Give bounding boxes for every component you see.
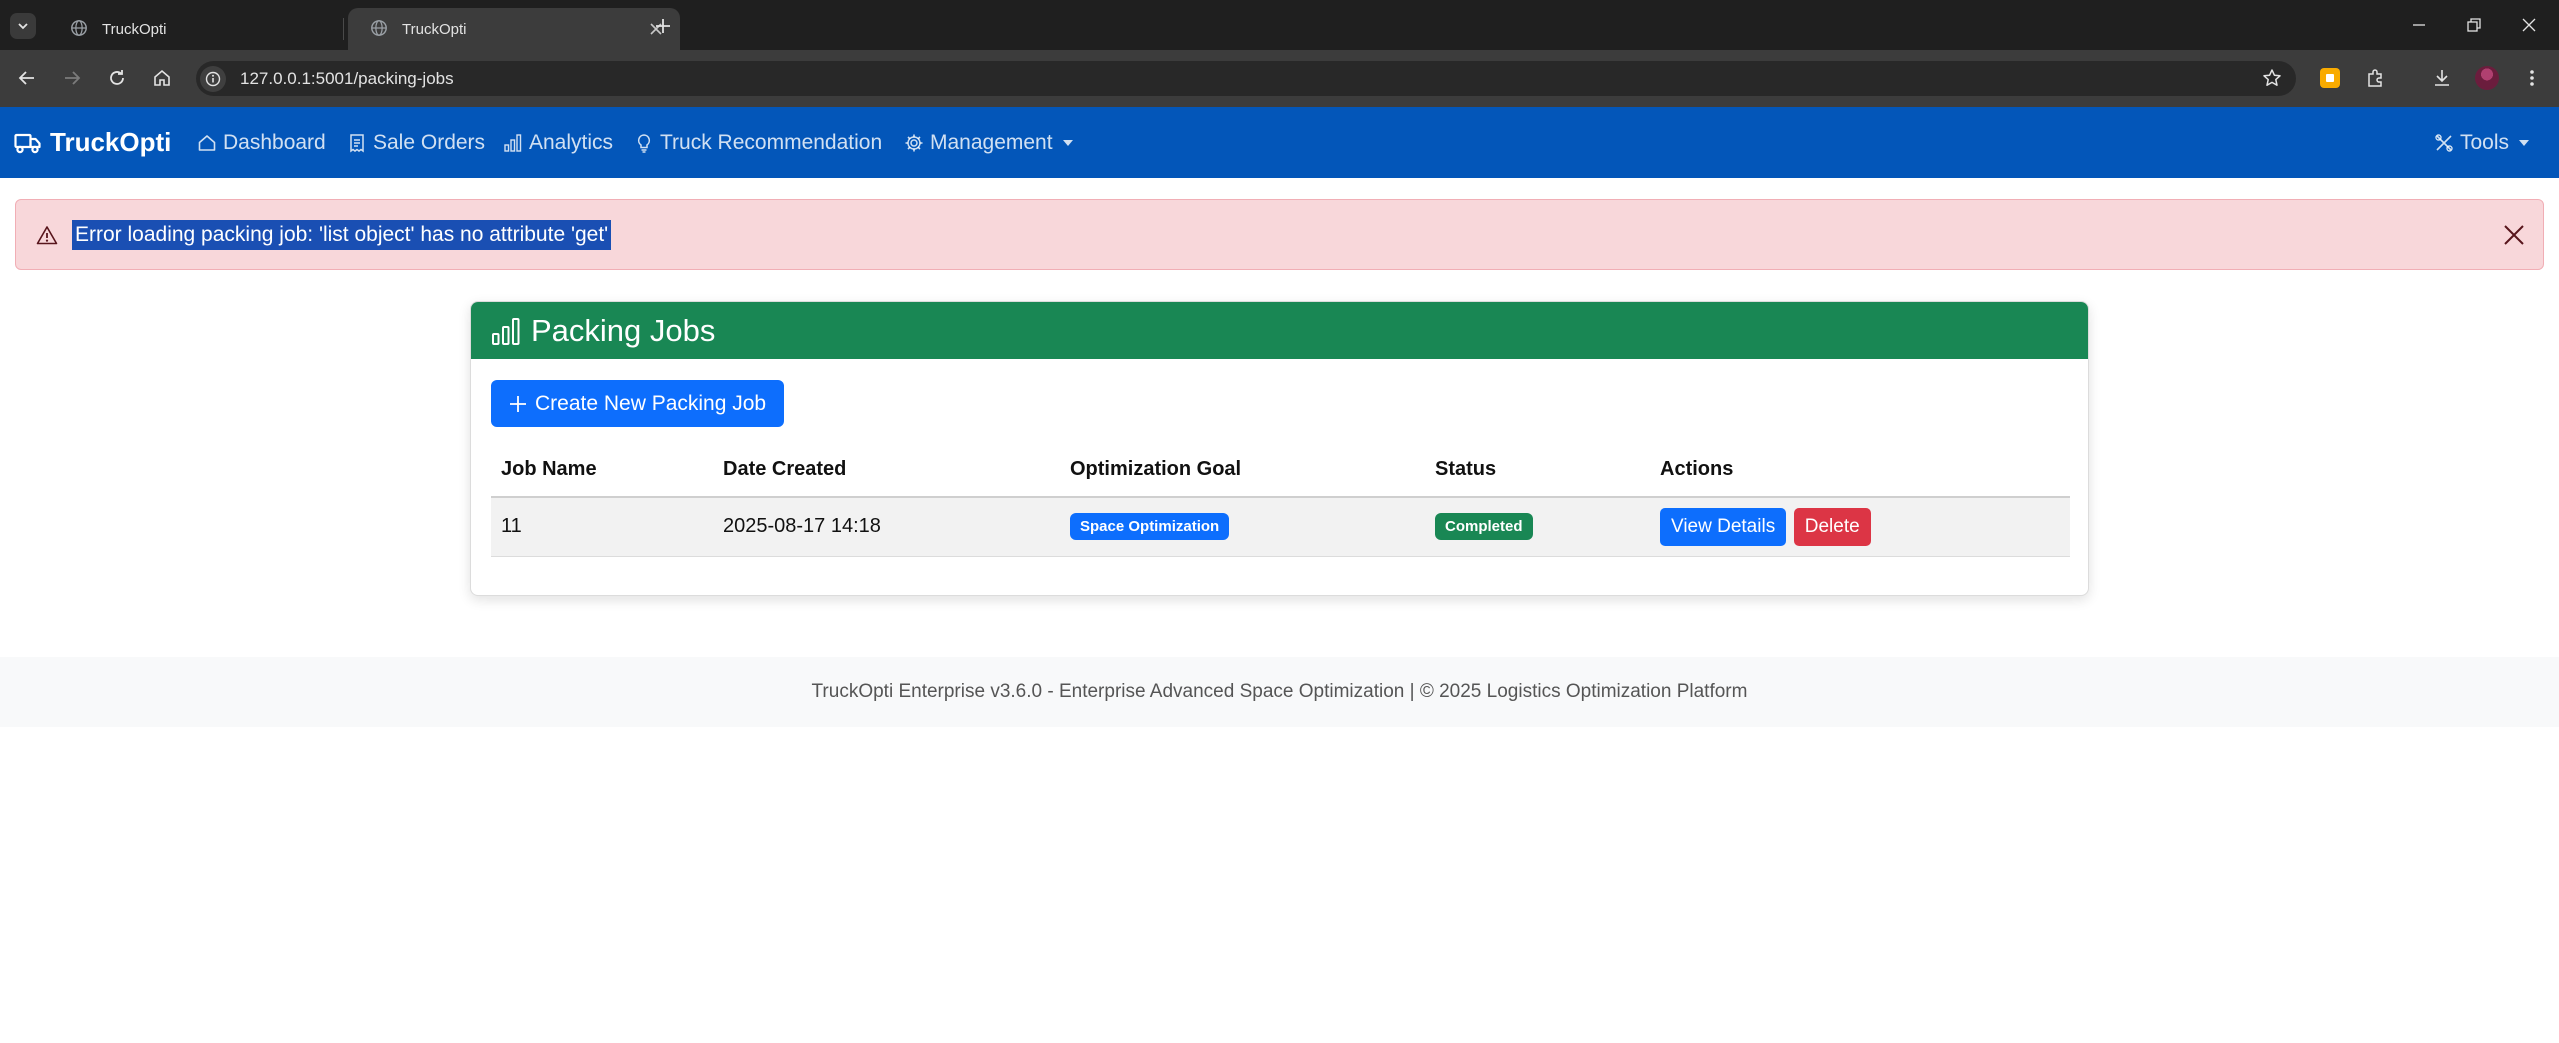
extensions-puzzle-icon[interactable] bbox=[2361, 63, 2391, 93]
nav-sale-orders[interactable]: Sale Orders bbox=[347, 107, 485, 178]
error-alert: Error loading packing job: 'list object'… bbox=[15, 199, 2544, 270]
home-icon bbox=[154, 69, 170, 86]
cell-job-name: 11 bbox=[491, 497, 713, 557]
view-details-button[interactable]: View Details bbox=[1660, 507, 1787, 546]
cell-date-created: 2025-08-17 14:18 bbox=[713, 497, 1060, 557]
bar-chart-icon bbox=[503, 133, 523, 153]
column-header-actions: Actions bbox=[1650, 442, 2070, 498]
brand-name: TruckOpti bbox=[50, 127, 172, 157]
status-badge: Completed bbox=[1435, 513, 1533, 541]
restore-icon bbox=[2467, 18, 2481, 32]
extension-icon[interactable] bbox=[2320, 68, 2340, 88]
column-header-date-created: Date Created bbox=[713, 442, 1060, 498]
arrow-left-icon bbox=[18, 71, 34, 85]
create-packing-job-button[interactable]: Create New Packing Job bbox=[491, 380, 785, 427]
url-text: 127.0.0.1:5001/packing-jobs bbox=[240, 68, 454, 88]
gear-icon bbox=[904, 133, 924, 153]
browser-tabstrip: TruckOpti TruckOpti bbox=[0, 0, 2559, 50]
address-bar[interactable]: 127.0.0.1:5001/packing-jobs bbox=[196, 61, 2296, 96]
reload-button[interactable] bbox=[102, 63, 132, 93]
receipt-icon bbox=[347, 133, 367, 153]
table-row: 11 2025-08-17 14:18 Space Optimization C… bbox=[491, 497, 2070, 557]
warning-triangle-icon bbox=[36, 224, 58, 246]
card-header: Packing Jobs bbox=[471, 302, 2088, 359]
kebab-menu-icon bbox=[2530, 70, 2534, 86]
nav-analytics[interactable]: Analytics bbox=[503, 107, 613, 178]
browser-menu-button[interactable] bbox=[2517, 63, 2547, 93]
nav-label: Sale Orders bbox=[373, 130, 486, 154]
truck-icon bbox=[14, 132, 42, 154]
app-navbar: TruckOpti Dashboard Sale Orders Analytic… bbox=[0, 107, 2559, 178]
page-footer: TruckOpti Enterprise v3.6.0 - Enterprise… bbox=[0, 657, 2559, 727]
profile-avatar[interactable] bbox=[2475, 66, 2499, 90]
caret-down-icon bbox=[2519, 139, 2530, 146]
nav-management-dropdown[interactable]: Management bbox=[904, 107, 1073, 178]
site-info-icon[interactable] bbox=[200, 65, 226, 92]
brand-link[interactable]: TruckOpti bbox=[14, 107, 171, 178]
cell-optimization-goal: Space Optimization bbox=[1060, 497, 1425, 557]
footer-text: TruckOpti Enterprise v3.6.0 - Enterprise… bbox=[811, 681, 1748, 702]
nav-label: Tools bbox=[2460, 130, 2510, 154]
caret-down-icon bbox=[1062, 139, 1073, 146]
delete-button[interactable]: Delete bbox=[1793, 507, 1871, 546]
bookmark-star-icon[interactable] bbox=[2260, 66, 2284, 90]
close-icon bbox=[2522, 18, 2536, 32]
home-button[interactable] bbox=[147, 63, 177, 93]
minimize-icon bbox=[2413, 24, 2425, 26]
tab-search-button[interactable] bbox=[10, 13, 36, 39]
packing-jobs-card: Packing Jobs Create New Packing Job Job … bbox=[470, 301, 2089, 596]
close-window-button[interactable] bbox=[2514, 10, 2544, 40]
column-header-status: Status bbox=[1425, 442, 1650, 498]
nav-label: Management bbox=[930, 130, 1053, 154]
tab-title: TruckOpti bbox=[102, 20, 167, 38]
table-header-row: Job Name Date Created Optimization Goal … bbox=[491, 442, 2070, 498]
forward-button[interactable] bbox=[57, 63, 87, 93]
nav-truck-recommendation[interactable]: Truck Recommendation bbox=[634, 107, 882, 178]
back-button[interactable] bbox=[12, 63, 42, 93]
close-alert-icon[interactable] bbox=[2499, 220, 2529, 250]
nav-dashboard[interactable]: Dashboard bbox=[197, 107, 326, 178]
column-header-job-name: Job Name bbox=[491, 442, 713, 498]
tab-title: TruckOpti bbox=[402, 20, 467, 38]
nav-label: Dashboard bbox=[223, 130, 326, 154]
browser-toolbar: 127.0.0.1:5001/packing-jobs bbox=[0, 50, 2559, 107]
download-icon[interactable] bbox=[2427, 63, 2457, 93]
bar-chart-icon bbox=[491, 316, 521, 346]
lightbulb-icon bbox=[634, 133, 654, 153]
tab-divider bbox=[343, 18, 344, 40]
packing-jobs-table: Job Name Date Created Optimization Goal … bbox=[491, 442, 2070, 557]
nav-label: Analytics bbox=[529, 130, 614, 154]
globe-icon bbox=[370, 19, 390, 39]
goal-badge: Space Optimization bbox=[1070, 513, 1230, 541]
chevron-down-icon bbox=[18, 23, 28, 30]
alert-message: Error loading packing job: 'list object'… bbox=[72, 220, 612, 250]
cell-actions: View Details Delete bbox=[1650, 497, 2070, 557]
browser-tab-2[interactable]: TruckOpti bbox=[348, 8, 680, 50]
minimize-button[interactable] bbox=[2404, 10, 2434, 40]
create-button-label: Create New Packing Job bbox=[535, 391, 767, 415]
nav-label: Truck Recommendation bbox=[660, 130, 883, 154]
browser-tab-1[interactable]: TruckOpti bbox=[48, 8, 380, 50]
globe-icon bbox=[70, 19, 90, 39]
reload-icon bbox=[110, 70, 124, 85]
restore-button[interactable] bbox=[2459, 10, 2489, 40]
plus-icon bbox=[656, 19, 670, 33]
house-icon bbox=[197, 133, 217, 153]
new-tab-button[interactable] bbox=[650, 13, 676, 39]
tools-icon bbox=[2434, 133, 2454, 153]
column-header-optimization-goal: Optimization Goal bbox=[1060, 442, 1425, 498]
cell-status: Completed bbox=[1425, 497, 1650, 557]
arrow-right-icon bbox=[65, 71, 81, 85]
nav-tools-dropdown[interactable]: Tools bbox=[2434, 107, 2530, 178]
plus-icon bbox=[509, 395, 527, 413]
card-title: Packing Jobs bbox=[531, 312, 716, 348]
